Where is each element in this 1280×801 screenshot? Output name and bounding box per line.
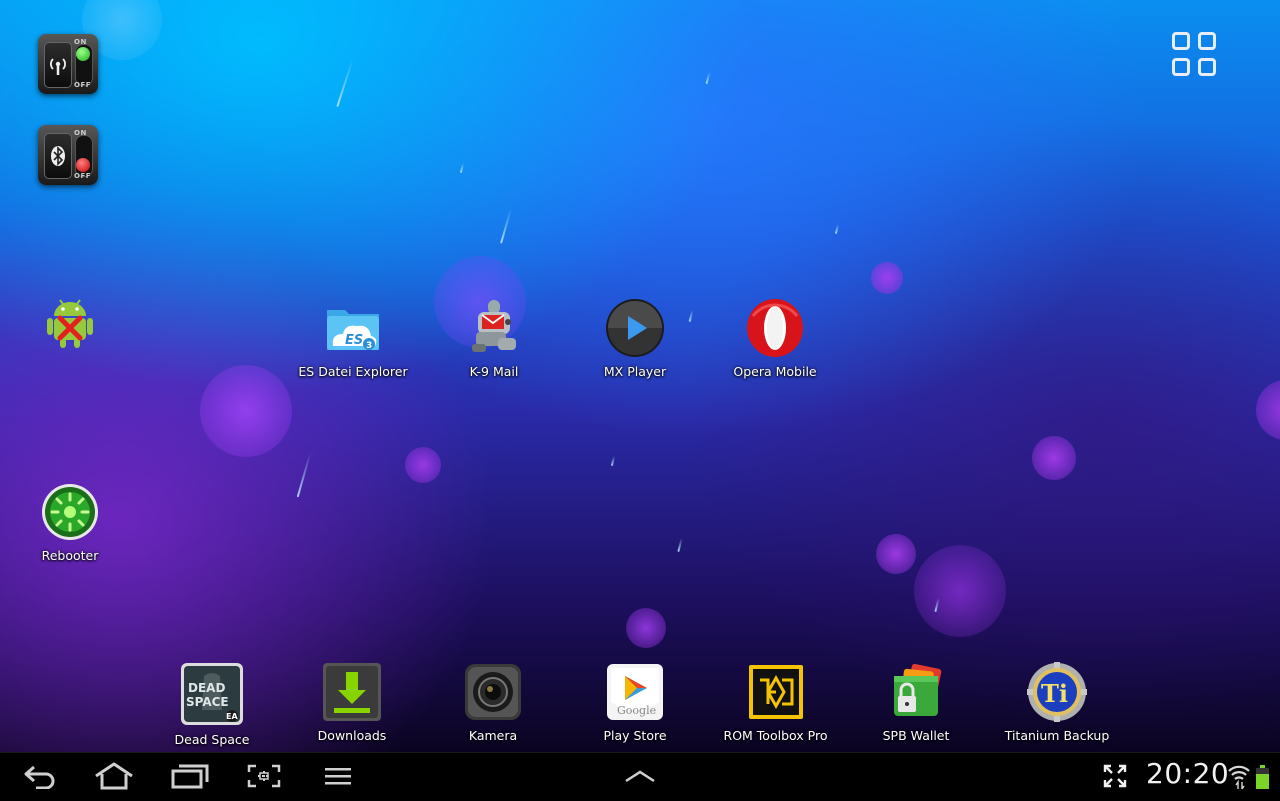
power-restart-icon [40, 482, 100, 542]
play-icon [605, 298, 665, 358]
dock-item-kamera[interactable]: Kamera [443, 662, 543, 743]
recent-apps-icon [171, 764, 209, 789]
back-button[interactable] [20, 761, 60, 791]
bluetooth-toggle-widget[interactable]: ON OFF [38, 125, 98, 185]
shortcut-label: Rebooter [41, 548, 99, 563]
wifi-antenna-icon [44, 42, 72, 88]
bluetooth-icon [44, 133, 72, 179]
fullscreen-button[interactable] [1100, 761, 1130, 791]
shortcut-label: ES Datei Explorer [298, 364, 408, 379]
titanium-backup-icon: Ti [1027, 662, 1087, 722]
wallet-lock-icon [886, 662, 946, 722]
clock[interactable]: 20:20 [1146, 757, 1229, 790]
svg-text:DEAD: DEAD [188, 681, 225, 695]
menu-icon [325, 768, 351, 785]
dock-item-titanium-backup[interactable]: Ti Titanium Backup [1002, 662, 1112, 743]
wifi-toggle-widget[interactable]: ON OFF [38, 34, 98, 94]
shortcut-android-uninstall[interactable] [40, 294, 100, 360]
svg-text:3: 3 [366, 341, 372, 351]
svg-text:Google: Google [617, 704, 656, 717]
shortcut-label: K-9 Mail [469, 364, 519, 379]
google-play-icon: Google [605, 662, 665, 722]
dock-item-label: Kamera [468, 728, 518, 743]
shortcut-k9-mail[interactable]: K-9 Mail [444, 298, 544, 379]
dock-item-label: Downloads [317, 728, 387, 743]
dock-item-label: ROM Toolbox Pro [723, 728, 828, 743]
home-icon [95, 762, 133, 790]
on-label: ON [74, 38, 87, 46]
dock-item-rom-toolbox-pro[interactable]: ROM Toolbox Pro [718, 662, 833, 743]
system-bar: 20:20 [0, 752, 1280, 801]
expand-bar-button[interactable] [620, 761, 660, 791]
dock-item-spb-wallet[interactable]: SPB Wallet [866, 662, 966, 743]
dock-item-downloads[interactable]: Downloads [302, 662, 402, 743]
shortcut-rebooter[interactable]: Rebooter [40, 482, 100, 563]
all-apps-button[interactable] [1172, 32, 1226, 84]
rom-toolbox-icon [746, 662, 806, 722]
shortcut-es-datei-explorer[interactable]: ES 3 ES Datei Explorer [298, 298, 408, 379]
robot-dog-mail-icon [464, 298, 524, 358]
camera-lens-icon [463, 662, 523, 722]
svg-text:Ti: Ti [1041, 679, 1068, 708]
screenshot-button[interactable] [244, 761, 284, 791]
dead-space-icon: DEAD SPACE EA [180, 662, 244, 726]
android-uninstall-icon [40, 294, 100, 354]
opera-icon [745, 298, 805, 358]
chevron-up-icon [625, 770, 655, 783]
on-label: ON [74, 129, 87, 137]
dock-item-label: SPB Wallet [882, 728, 950, 743]
off-label: OFF [74, 81, 92, 89]
download-arrow-icon [322, 662, 382, 722]
dock-item-label: Dead Space [174, 732, 250, 747]
off-label: OFF [74, 172, 92, 180]
battery-icon [1256, 765, 1269, 789]
home-button[interactable] [92, 761, 136, 791]
shortcut-label: MX Player [603, 364, 667, 379]
on-indicator [76, 47, 90, 61]
dock-item-label: Titanium Backup [1004, 728, 1110, 743]
wifi-signal-icon [1228, 763, 1250, 792]
expand-icon [1103, 764, 1127, 788]
menu-button[interactable] [320, 761, 356, 791]
svg-text:ES: ES [345, 333, 363, 348]
recent-apps-button[interactable] [168, 761, 212, 791]
dock-item-label: Play Store [603, 728, 667, 743]
dock-item-play-store[interactable]: Google Play Store [585, 662, 685, 743]
shortcut-label: Opera Mobile [733, 364, 817, 379]
svg-text:EA: EA [226, 712, 238, 721]
off-indicator [76, 158, 90, 172]
dock-item-dead-space[interactable]: DEAD SPACE EA Dead Space [162, 662, 262, 747]
shortcut-opera-mobile[interactable]: Opera Mobile [725, 298, 825, 379]
screenshot-icon [247, 764, 281, 788]
shortcut-mx-player[interactable]: MX Player [585, 298, 685, 379]
svg-text:SPACE: SPACE [186, 695, 229, 709]
folder-cloud-icon: ES 3 [323, 298, 383, 358]
back-arrow-icon [24, 765, 55, 789]
